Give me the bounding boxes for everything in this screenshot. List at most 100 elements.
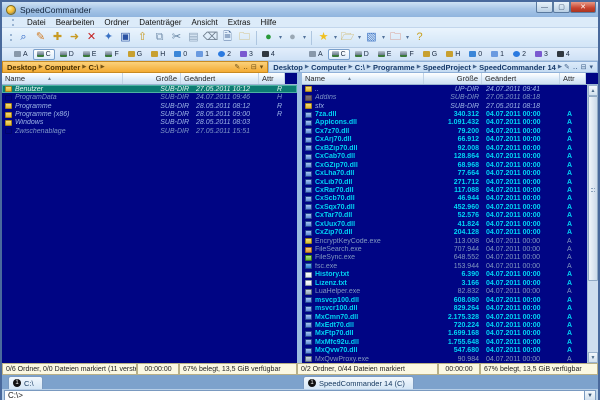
file-row[interactable]: CxLha70.dll 77.664 04.07.2011 00:00 A [302,169,587,177]
file-row[interactable]: CxCab70.dll 128.864 04.07.2011 00:00 A [302,153,587,161]
drive-button-D[interactable]: D [351,49,373,60]
drive-button-A[interactable]: A [305,49,327,60]
drive-button-C[interactable]: C [327,48,350,60]
quick-edit-icon-dropdown[interactable]: ▾ [380,34,387,41]
edit-path-icon[interactable]: ✎ [234,63,240,71]
column-header-attr[interactable]: Attr [259,73,285,84]
drive-button-0[interactable]: 0 [465,49,486,60]
file-row[interactable]: ProgramData SUB-DIR 24.07.2011 09:46 H [2,93,297,101]
file-row[interactable]: MxMfc92u.dll 1.755.648 04.07.2011 00:00 A [302,338,587,346]
menu-item-bearbeiten[interactable]: Bearbeiten [56,18,95,27]
copy-to-folder-icon[interactable]: ➜ [66,30,83,46]
breadcrumb-segment[interactable]: SpeedProject [423,63,471,72]
drive-button-D[interactable]: D [56,49,78,60]
wipe-icon[interactable]: ⌫ [202,30,219,46]
maximize-button[interactable]: ▢ [553,2,570,13]
column-header-date[interactable]: Geändert [482,73,560,84]
file-row[interactable]: fsc.exe 153.944 04.07.2011 00:00 A [302,262,587,270]
file-row[interactable]: FileSync.exe 648.552 04.07.2011 00:00 A [302,254,587,262]
pack-icon[interactable]: ▣ [117,30,134,46]
command-history-dropdown-icon[interactable]: ▼ [585,390,596,400]
cut-icon[interactable]: ✂ [168,30,185,46]
file-row[interactable]: CxZip70.dll 204.128 04.07.2011 00:00 A [302,228,587,236]
parent-folder-icon[interactable]: ‥ [243,63,248,71]
breadcrumb-arrow-icon[interactable]: ▶ [417,64,421,70]
breadcrumb-segment[interactable]: Computer [45,63,80,72]
file-row[interactable]: EncryptKeyCode.exe 113.008 04.07.2011 00:0… [302,237,587,245]
file-row[interactable]: msvcp100.dll 608.080 04.07.2011 00:00 A [302,296,587,304]
file-row[interactable]: History.txt 6.390 04.07.2011 00:00 A [302,271,587,279]
file-row[interactable]: LuaHelper.exe 82.832 04.07.2011 00:00 A [302,288,587,296]
file-row[interactable]: MxEdt70.dll 720.224 04.07.2011 00:00 A [302,321,587,329]
file-row[interactable]: Cx7z70.dll 79.200 04.07.2011 00:00 A [302,127,587,135]
column-header-size[interactable]: Größe [424,73,482,84]
drive-button-1[interactable]: 1 [192,49,213,60]
breadcrumb-segment[interactable]: C:\ [355,63,365,72]
file-row[interactable]: msvcr100.dll 829.264 04.07.2011 00:00 A [302,304,587,312]
folder-history-icon[interactable]: 🗁 [339,30,356,46]
breadcrumb-arrow-icon[interactable]: ▶ [39,64,43,70]
back-icon[interactable]: ● [260,30,277,46]
breadcrumb-segment[interactable]: C:\ [88,63,98,72]
breadcrumb-segment[interactable]: Computer [311,63,346,72]
quick-edit-icon[interactable]: ▧ [363,30,380,46]
file-row[interactable]: Programme (x86) SUB-DIR 28.05.2011 09:00 R [2,110,297,118]
drive-button-G[interactable]: G [124,49,146,60]
new-folder-icon[interactable]: ✚ [49,30,66,46]
file-row[interactable]: CxSqx70.dll 452.960 04.07.2011 00:00 A [302,203,587,211]
back-icon-dropdown[interactable]: ▾ [277,34,284,41]
favorites-icon-dropdown[interactable]: ▾ [332,34,339,41]
breadcrumb-arrow-icon[interactable]: ▶ [473,64,477,70]
file-row[interactable]: .. UP-DIR 24.07.2011 09:41 [302,85,587,93]
drive-button-F[interactable]: F [101,49,122,60]
edit-icon[interactable]: ✎ [32,30,49,46]
file-row[interactable]: CxRar70.dll 117.088 04.07.2011 00:00 A [302,186,587,194]
drive-button-4[interactable]: 4 [258,49,279,60]
drive-button-A[interactable]: A [10,49,32,60]
file-row[interactable]: 7za.dll 340.312 04.07.2011 00:00 A [302,110,587,118]
minimize-button[interactable]: — [536,2,553,13]
search-folder-icon[interactable]: 🗀 [236,30,253,46]
folder-tree-icon[interactable]: ⊟ [251,63,257,71]
file-row[interactable]: Lizenz.txt 3.166 04.07.2011 00:00 A [302,279,587,287]
breadcrumb-arrow-icon[interactable]: ▶ [558,64,562,70]
file-row[interactable]: CxTar70.dll 52.576 04.07.2011 00:00 A [302,212,587,220]
menu-item-datei[interactable]: Datei [27,18,46,27]
unpack-icon[interactable]: ⇧ [134,30,151,46]
forward-icon-dropdown[interactable]: ▾ [301,34,308,41]
folder-tab[interactable]: 1 C:\ [8,376,43,390]
file-row[interactable]: Addins SUB-DIR 27.05.2011 08:18 [302,93,587,101]
file-row[interactable]: FileSearch.exe 707.944 04.07.2011 00:00 A [302,245,587,253]
file-row[interactable]: sfx SUB-DIR 27.05.2011 08:18 [302,102,587,110]
drive-button-C[interactable]: C [32,48,55,60]
delete-icon[interactable]: ✕ [83,30,100,46]
scrollbar-thumb[interactable] [588,96,598,281]
column-header-size[interactable]: Größe [123,73,181,84]
forward-icon[interactable]: ● [284,30,301,46]
file-row[interactable]: MxQvw70.dll 547.680 04.07.2011 00:00 A [302,347,587,355]
file-row[interactable]: MxQvwProxy.exe 90.984 04.07.2011 00:00 A [302,355,587,363]
file-row[interactable]: CxLib70.dll 271.712 04.07.2011 00:00 A [302,178,587,186]
drive-button-G[interactable]: G [419,49,441,60]
scroll-up-icon[interactable]: ▲ [588,85,598,96]
drive-button-2[interactable]: 2 [214,49,235,60]
breadcrumb-arrow-icon[interactable]: ▶ [305,64,309,70]
file-row[interactable]: CxScb70.dll 46.944 04.07.2011 00:00 A [302,195,587,203]
column-header-date[interactable]: Geändert [181,73,259,84]
file-row[interactable]: Benutzer SUB-DIR 27.05.2011 10:12 R [2,85,297,94]
file-row[interactable]: MxCmn70.dll 2.175.328 04.07.2011 00:00 A [302,313,587,321]
file-row[interactable]: Windows SUB-DIR 28.05.2011 08:03 [2,119,297,127]
column-header-name[interactable]: Name ▲ [302,73,424,84]
file-row[interactable]: CxGZip70.dll 68.968 04.07.2011 00:00 A [302,161,587,169]
drive-button-3[interactable]: 3 [236,49,257,60]
file-row[interactable]: Programme SUB-DIR 28.05.2011 08:12 R [2,102,297,110]
favorite-folder-icon[interactable]: 🗀 [387,30,404,46]
drive-button-4[interactable]: 4 [553,49,574,60]
scroll-down-icon[interactable]: ▼ [588,352,598,364]
drive-button-F[interactable]: F [396,49,417,60]
file-row[interactable]: CxUux70.dll 41.824 04.07.2011 00:00 A [302,220,587,228]
file-row[interactable]: CxBZip70.dll 92.008 04.07.2011 00:00 A [302,144,587,152]
column-header-attr[interactable]: Attr [560,73,586,84]
menu-item-ansicht[interactable]: Ansicht [192,18,218,27]
breadcrumb-segment[interactable]: Programme [373,63,415,72]
